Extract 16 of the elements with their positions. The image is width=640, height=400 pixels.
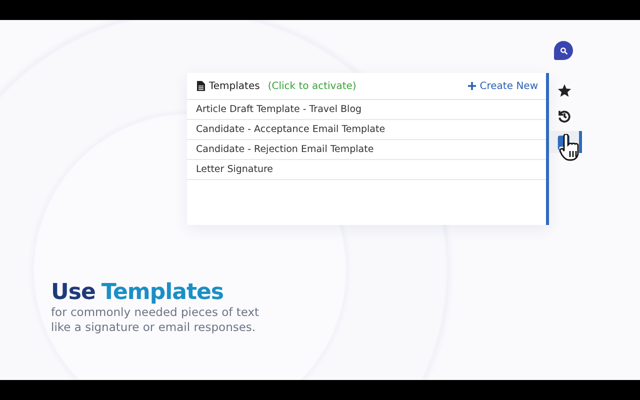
document-icon [197, 81, 205, 91]
create-new-link[interactable]: Create New [468, 80, 538, 92]
template-item[interactable]: Article Draft Template - Travel Blog [187, 100, 546, 120]
subtitle: for commonly needed pieces of text like a signature or email responses. [51, 305, 260, 335]
template-item[interactable]: Letter Signature [187, 160, 546, 180]
plus-icon [468, 82, 476, 90]
template-item[interactable]: Candidate - Rejection Email Template [187, 140, 546, 160]
activate-hint: (Click to activate) [268, 80, 358, 92]
search-icon [560, 46, 568, 54]
panel-title: Templates [209, 80, 260, 92]
template-item[interactable]: Candidate - Acceptance Email Template [187, 120, 546, 140]
search-button[interactable] [554, 41, 573, 60]
history-icon [556, 108, 572, 124]
star-icon [556, 82, 572, 98]
headline-word: Use [51, 280, 96, 305]
headline-word: Templates [101, 280, 224, 305]
